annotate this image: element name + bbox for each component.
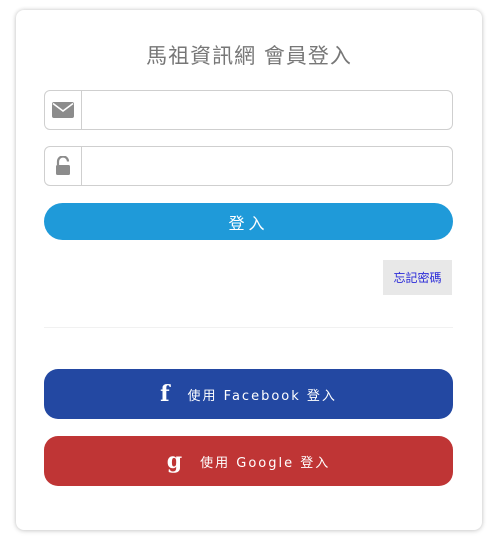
google-icon: g: [166, 448, 183, 474]
login-button[interactable]: 登入: [44, 203, 453, 240]
page-title: 馬祖資訊網 會員登入: [146, 44, 352, 68]
google-login-button[interactable]: g 使用 Google 登入: [44, 436, 453, 486]
email-field-group: [44, 90, 453, 130]
unlock-icon: [45, 147, 82, 185]
login-card: 馬祖資訊網 會員登入 登入 忘記密碼 f 使用 Facebook 登入 g 使用…: [16, 10, 482, 530]
password-field[interactable]: [82, 147, 452, 185]
google-login-label: 使用 Google 登入: [200, 455, 331, 471]
divider: [44, 327, 453, 328]
forgot-password-button[interactable]: 忘記密碼: [383, 260, 452, 295]
facebook-icon: f: [160, 381, 170, 407]
envelope-icon: [45, 91, 82, 129]
email-field[interactable]: [82, 91, 452, 129]
password-field-group: [44, 146, 453, 186]
facebook-login-button[interactable]: f 使用 Facebook 登入: [44, 369, 453, 419]
facebook-login-label: 使用 Facebook 登入: [187, 388, 337, 404]
